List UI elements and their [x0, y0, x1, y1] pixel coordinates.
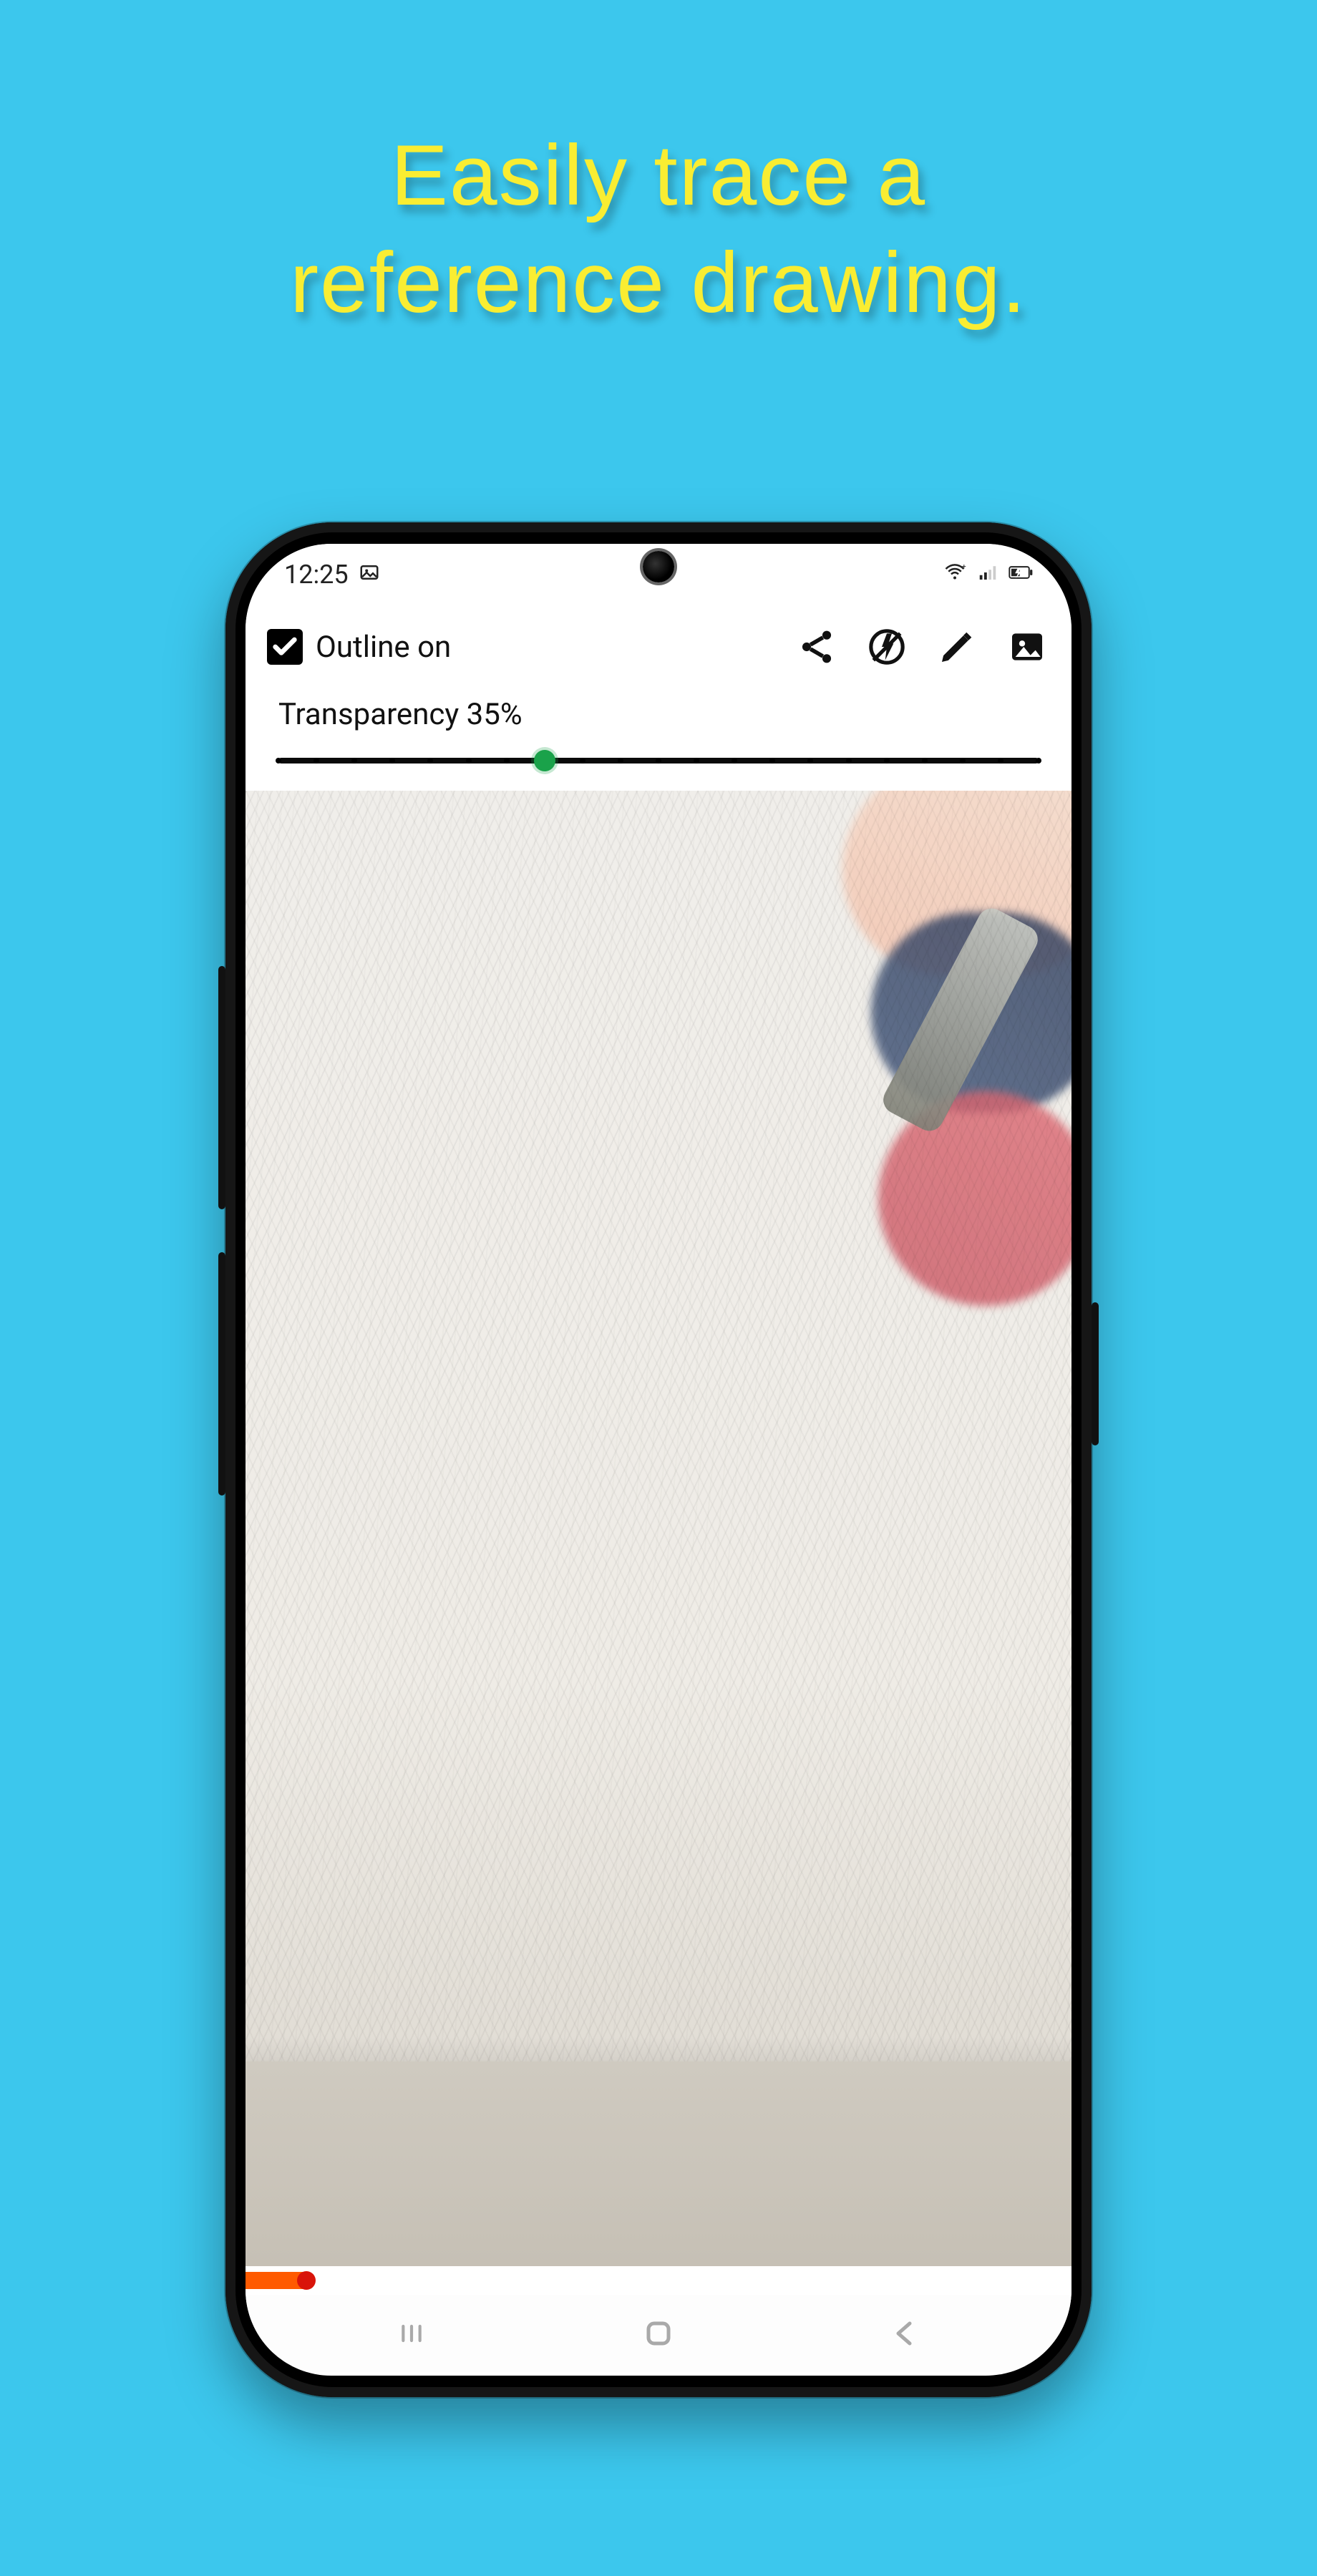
wifi-icon: + — [943, 560, 967, 590]
flash-off-icon[interactable] — [864, 624, 910, 670]
status-time: 12:25 — [284, 560, 349, 590]
edit-icon[interactable] — [934, 624, 980, 670]
promo-heading: Easily trace a reference drawing. — [0, 122, 1317, 336]
record-progress[interactable] — [246, 2272, 311, 2289]
share-icon[interactable] — [794, 624, 840, 670]
phone-screen: 12:25 + Outline on — [246, 544, 1071, 2376]
home-button[interactable] — [630, 2312, 687, 2355]
camera-hole — [643, 551, 674, 582]
outline-label: Outline on — [316, 630, 451, 665]
recent-apps-button[interactable] — [383, 2312, 440, 2355]
transparency-slider[interactable] — [278, 758, 1039, 763]
promo-line-1: Easily trace a — [391, 127, 926, 223]
app-toolbar: Outline on — [246, 605, 1071, 684]
transparency-label: Transparency 35% — [278, 697, 1039, 732]
outline-checkbox[interactable] — [267, 629, 303, 665]
signal-icon — [977, 560, 998, 590]
record-bar — [246, 2266, 1071, 2295]
promo-line-2: reference drawing. — [290, 235, 1027, 331]
canvas-area[interactable] — [246, 791, 1071, 2266]
image-icon[interactable] — [1004, 624, 1050, 670]
battery-icon — [1009, 560, 1033, 590]
svg-text:+: + — [962, 563, 966, 571]
picture-icon — [359, 560, 380, 590]
transparency-panel: Transparency 35% — [246, 684, 1071, 791]
slider-thumb[interactable] — [534, 750, 555, 771]
phone-frame: 12:25 + Outline on — [225, 522, 1092, 2397]
back-button[interactable] — [877, 2312, 934, 2355]
system-nav-bar — [246, 2295, 1071, 2372]
canvas-bottom-strip — [246, 2037, 1071, 2266]
